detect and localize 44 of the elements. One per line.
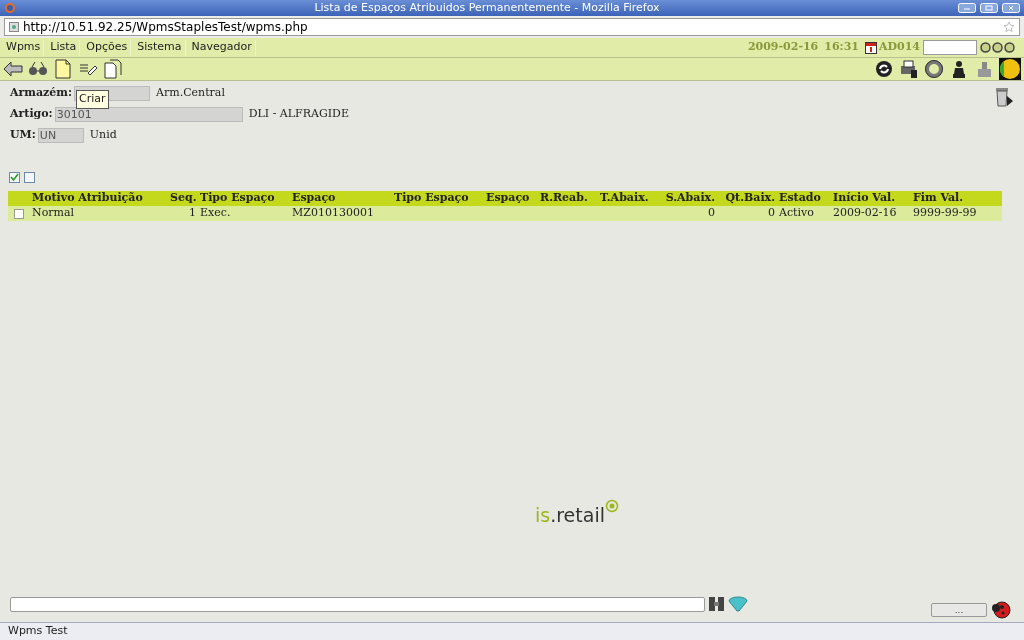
window-title: Lista de Espaços Atribuidos Permanentemente - Mozilla Firefox: [313, 0, 661, 16]
column-header: Motivo Atribuição: [31, 190, 144, 207]
menu-item[interactable]: Sistema: [134, 39, 186, 56]
menu-item[interactable]: Opções: [83, 39, 132, 56]
column-header: T.Abaix.: [599, 190, 650, 207]
tooltip: Criar: [76, 90, 109, 109]
status-text: Wpms Test: [8, 623, 68, 640]
logo: is.retail: [535, 506, 605, 525]
field-label: Armazém:: [10, 85, 73, 102]
input-field[interactable]: 30101: [54, 107, 243, 122]
column-header: Espaço: [485, 190, 531, 207]
column-header: Seq.: [170, 190, 198, 207]
column-header: Fim Val.: [912, 190, 965, 207]
table-cell: Exec.: [200, 206, 231, 220]
column-header: S.Abaix.: [664, 190, 716, 207]
field-label: Artigo:: [10, 106, 53, 123]
user-code: AD014: [878, 39, 920, 56]
column-header: R.Reab.: [539, 190, 589, 207]
table-cell: Normal: [32, 206, 74, 220]
column-header: Estado: [778, 190, 822, 207]
field-description: Arm.Central: [156, 85, 225, 102]
table-cell: 0: [708, 206, 715, 220]
session-time: 16:31: [824, 39, 859, 56]
table-cell: 1: [189, 206, 196, 220]
menu-item[interactable]: Lista: [47, 39, 81, 56]
more-button[interactable]: ...: [931, 603, 987, 617]
column-header: Tipo Espaço: [393, 190, 470, 207]
field-description: DLI - ALFRAGIDE: [248, 106, 349, 123]
table-cell: 2009-02-16: [833, 206, 897, 220]
session-date: 2009-02-16: [747, 39, 819, 56]
column-header: Tipo Espaço: [199, 190, 276, 207]
menu-item[interactable]: Navegador: [188, 39, 256, 56]
table-cell: Activo: [779, 206, 814, 220]
address-field[interactable]: http://10.51.92.25/WpmsStaplesTest/wpms.php: [4, 18, 1020, 36]
column-header: Início Val.: [832, 190, 897, 207]
column-header: Espaço: [291, 190, 337, 207]
column-header: Qt.Baix.: [724, 190, 776, 207]
table-cell: MZ010130001: [292, 206, 374, 220]
field-label: UM:: [10, 127, 36, 144]
input-field[interactable]: UN: [37, 128, 84, 143]
menu-item[interactable]: Wpms: [3, 39, 45, 56]
field-description: Unid: [89, 127, 117, 144]
table-cell: 9999-99-99: [913, 206, 977, 220]
table-cell: 0: [768, 206, 775, 220]
